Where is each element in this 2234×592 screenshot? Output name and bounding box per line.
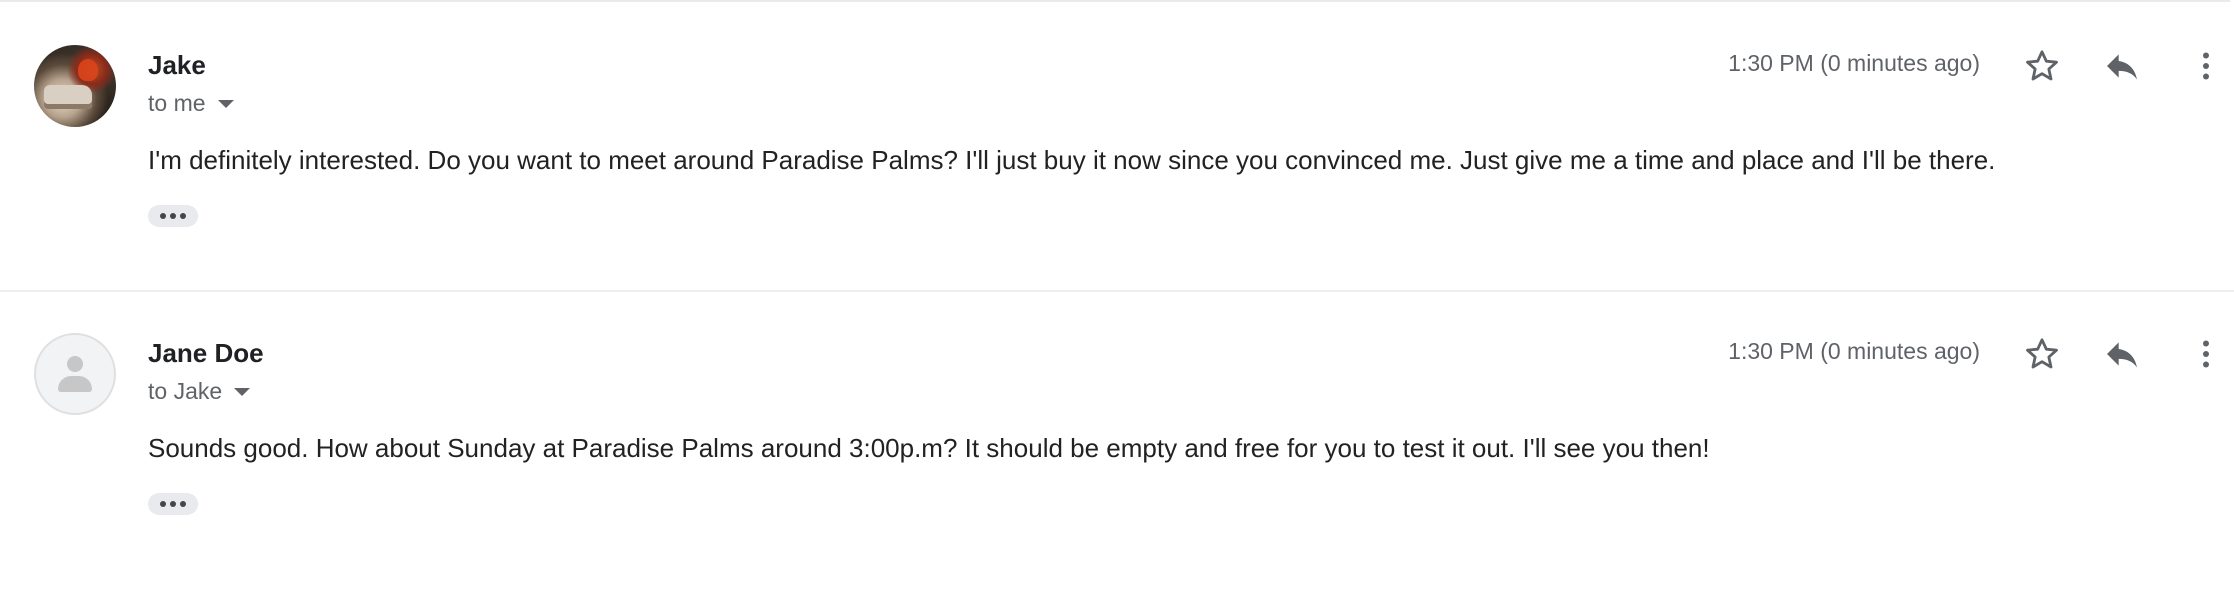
more-horizontal-icon xyxy=(170,213,176,219)
more-horizontal-icon xyxy=(170,501,176,507)
more-vertical-icon xyxy=(2203,52,2209,80)
caret-down-icon[interactable] xyxy=(217,99,234,108)
star-button[interactable] xyxy=(2022,334,2062,374)
recipient-details-toggle[interactable]: to Jake xyxy=(148,378,251,405)
message-body: Sounds good. How about Sunday at Paradis… xyxy=(148,433,1710,463)
email-message: Jane Doe to Jake 1:30 PM (0 minutes ago)… xyxy=(0,290,2234,578)
recipient-details-toggle[interactable]: to me xyxy=(148,90,234,117)
email-thread: Jake to me 1:30 PM (0 minutes ago) I'm d… xyxy=(0,0,2234,592)
message-body: I'm definitely interested. Do you want t… xyxy=(148,145,1996,175)
more-horizontal-icon xyxy=(180,213,186,219)
more-horizontal-icon xyxy=(160,501,166,507)
sender-avatar[interactable] xyxy=(34,333,116,415)
star-button[interactable] xyxy=(2022,46,2062,86)
sender-name[interactable]: Jake xyxy=(148,50,206,81)
person-icon xyxy=(58,376,92,392)
show-trimmed-content-button[interactable] xyxy=(148,493,198,515)
email-message: Jake to me 1:30 PM (0 minutes ago) I'm d… xyxy=(0,4,2234,290)
more-options-button[interactable] xyxy=(2188,334,2224,374)
more-horizontal-icon xyxy=(160,213,166,219)
caret-down-icon[interactable] xyxy=(234,387,251,396)
reply-button[interactable] xyxy=(2102,46,2142,86)
recipient-label: to me xyxy=(148,90,206,116)
reply-arrow-icon xyxy=(2107,54,2137,80)
star-outline-icon xyxy=(2026,338,2058,369)
sender-name[interactable]: Jane Doe xyxy=(148,338,264,369)
star-outline-icon xyxy=(2026,50,2058,81)
more-horizontal-icon xyxy=(180,501,186,507)
avatar-photo-detail xyxy=(44,85,92,109)
reply-button[interactable] xyxy=(2102,334,2142,374)
message-timestamp: 1:30 PM (0 minutes ago) xyxy=(1728,338,1980,364)
sender-avatar[interactable] xyxy=(34,45,116,127)
person-icon xyxy=(67,356,83,372)
more-vertical-icon xyxy=(2203,340,2209,368)
show-trimmed-content-button[interactable] xyxy=(148,205,198,227)
recipient-label: to Jake xyxy=(148,378,223,404)
avatar-photo-detail xyxy=(78,59,98,81)
reply-arrow-icon xyxy=(2107,342,2137,368)
more-options-button[interactable] xyxy=(2188,46,2224,86)
message-timestamp: 1:30 PM (0 minutes ago) xyxy=(1728,50,1980,76)
